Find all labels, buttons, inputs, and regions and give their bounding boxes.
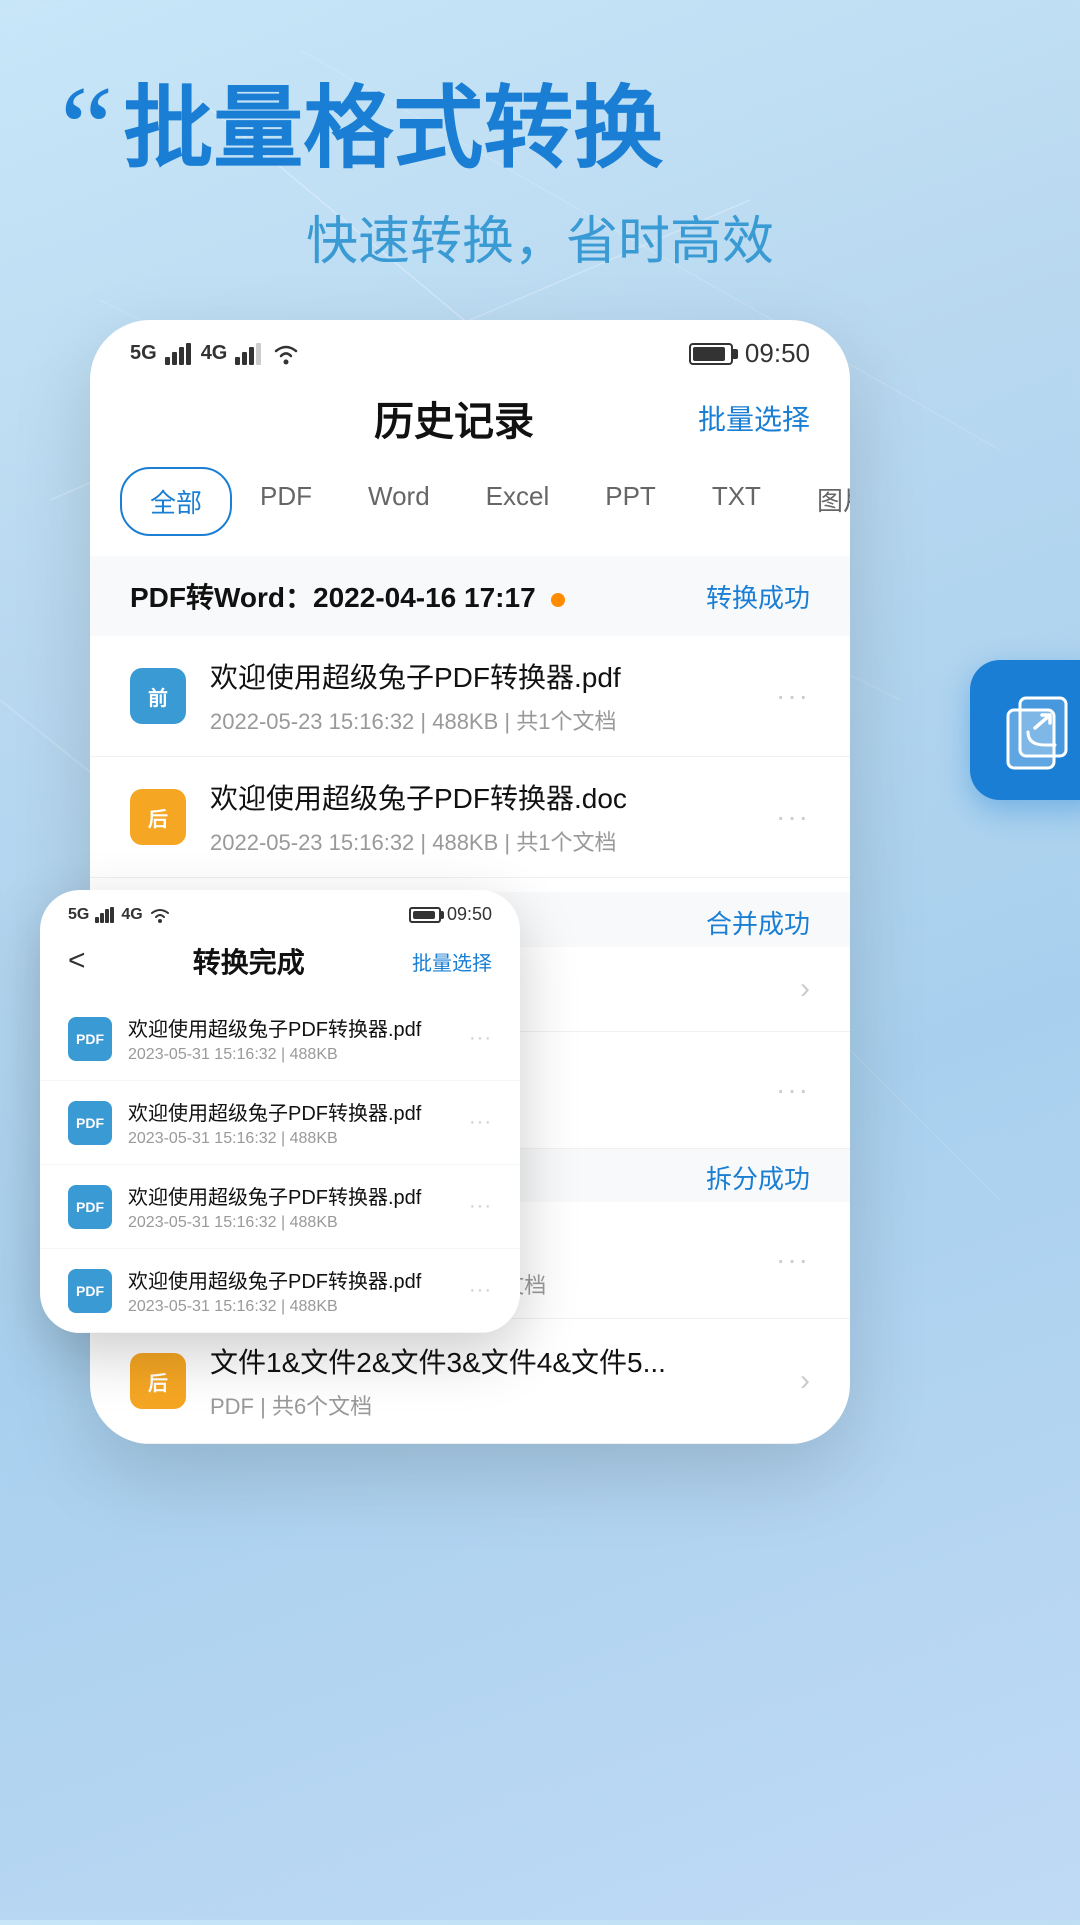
small-file1-name: 欢迎使用超级兔子PDF转换器.pdf — [128, 1013, 469, 1042]
small-file3-name: 欢迎使用超级兔子PDF转换器.pdf — [128, 1181, 469, 1210]
small-file-item-1[interactable]: PDF 欢迎使用超级兔子PDF转换器.pdf 2023-05-31 15:16:… — [40, 997, 520, 1081]
status-right: 09:50 — [689, 338, 810, 369]
file-item-after[interactable]: 后 欢迎使用超级兔子PDF转换器.doc 2022-05-23 15:16:32… — [90, 757, 850, 878]
badge-after: 后 — [130, 789, 186, 845]
status-left: 5G 4G — [130, 342, 301, 365]
small-file2-meta: 2023-05-31 15:16:32 | 488KB — [128, 1130, 469, 1148]
small-pdf-badge-4: PDF — [68, 1269, 112, 1313]
unread-dot — [551, 593, 565, 607]
small-pdf-badge-1: PDF — [68, 1017, 112, 1061]
file-item-before[interactable]: 前 欢迎使用超级兔子PDF转换器.pdf 2022-05-23 15:16:32… — [90, 636, 850, 757]
quote-mark: “ — [60, 80, 113, 176]
bottom-file-info: 文件1&文件2&文件3&文件4&文件5... PDF | 共6个文档 — [210, 1341, 800, 1421]
small-pdf-badge-2: PDF — [68, 1101, 112, 1145]
bottom-file-meta: PDF | 共6个文档 — [210, 1389, 800, 1421]
small-status-left: 5G 4G — [68, 906, 171, 924]
tab-image[interactable]: 图片 — [789, 467, 850, 536]
small-pdf-badge-3: PDF — [68, 1185, 112, 1229]
small-time: 09:50 — [447, 904, 492, 925]
file1-info: 欢迎使用超级兔子PDF转换器.pdf 2022-05-23 15:16:32 |… — [210, 656, 776, 736]
main-nav-bar: 历史记录 批量选择 — [90, 379, 850, 467]
file1-menu[interactable]: ··· — [776, 680, 810, 712]
bottom-file-item[interactable]: 后 文件1&文件2&文件3&文件4&文件5... PDF | 共6个文档 › — [90, 1319, 850, 1444]
tab-all[interactable]: 全部 — [120, 467, 232, 536]
battery-icon — [689, 343, 733, 365]
small-status-bar: 5G 4G 09:50 — [40, 890, 520, 933]
signal-5g: 5G — [130, 342, 157, 365]
small-battery — [409, 907, 441, 923]
bottom-chevron-icon: › — [800, 1364, 810, 1398]
split-file2-menu[interactable]: ··· — [776, 1244, 810, 1276]
share-button[interactable] — [970, 660, 1080, 800]
time-display: 09:50 — [745, 338, 810, 369]
file1-meta: 2022-05-23 15:16:32 | 488KB | 共1个文档 — [210, 704, 776, 736]
file1-name: 欢迎使用超级兔子PDF转换器.pdf — [210, 656, 776, 696]
small-file-item-3[interactable]: PDF 欢迎使用超级兔子PDF转换器.pdf 2023-05-31 15:16:… — [40, 1165, 520, 1249]
tab-word[interactable]: Word — [340, 467, 458, 536]
small-file4-meta: 2023-05-31 15:16:32 | 488KB — [128, 1298, 469, 1316]
section1-title: PDF转Word：2022-04-16 17:17 — [130, 576, 565, 616]
tab-pdf[interactable]: PDF — [232, 467, 340, 536]
signal-bars-4g — [235, 343, 263, 365]
small-4g: 4G — [121, 906, 142, 924]
small-nav-bar: < 转换完成 批量选择 — [40, 933, 520, 997]
small-file4-menu[interactable]: ··· — [469, 1279, 492, 1302]
bulk-select-button[interactable]: 批量选择 — [698, 398, 810, 438]
small-phone-mockup: 5G 4G 09:50 < 转换完成 批量选择 — [40, 890, 520, 1333]
file2-name: 欢迎使用超级兔子PDF转换器.doc — [210, 777, 776, 817]
file2-meta: 2022-05-23 15:16:32 | 488KB | 共1个文档 — [210, 825, 776, 857]
small-status-right: 09:50 — [409, 904, 492, 925]
split-file1-menu[interactable]: ··· — [776, 1074, 810, 1106]
small-file1-menu[interactable]: ··· — [469, 1027, 492, 1050]
sub-title: 快速转换，省时高效 — [60, 199, 1020, 274]
merge-success-label: 合并成功 — [706, 904, 810, 941]
small-back-button[interactable]: < — [68, 944, 86, 978]
chevron-right-icon: › — [800, 972, 810, 1006]
split-success-label: 拆分成功 — [706, 1159, 810, 1196]
section1-header: PDF转Word：2022-04-16 17:17 转换成功 — [90, 556, 850, 636]
small-file2-name: 欢迎使用超级兔子PDF转换器.pdf — [128, 1097, 469, 1126]
tab-ppt[interactable]: PPT — [577, 467, 684, 536]
signal-bars — [165, 343, 193, 365]
small-file2-menu[interactable]: ··· — [469, 1111, 492, 1134]
tab-txt[interactable]: TXT — [684, 467, 789, 536]
small-file1-meta: 2023-05-31 15:16:32 | 488KB — [128, 1046, 469, 1064]
small-file3-info: 欢迎使用超级兔子PDF转换器.pdf 2023-05-31 15:16:32 |… — [128, 1181, 469, 1232]
bottom-file-name: 文件1&文件2&文件3&文件4&文件5... — [210, 1341, 800, 1381]
small-wifi — [149, 907, 171, 923]
share-icon — [1000, 690, 1080, 770]
small-file3-menu[interactable]: ··· — [469, 1195, 492, 1218]
nav-title: 历史记录 — [374, 389, 534, 447]
bottom-badge: 后 — [130, 1353, 186, 1409]
file2-menu[interactable]: ··· — [776, 801, 810, 833]
small-nav-title: 转换完成 — [193, 941, 305, 981]
small-file3-meta: 2023-05-31 15:16:32 | 488KB — [128, 1214, 469, 1232]
small-bulk-select[interactable]: 批量选择 — [412, 947, 492, 976]
section1-status: 转换成功 — [706, 578, 810, 615]
small-file4-name: 欢迎使用超级兔子PDF转换器.pdf — [128, 1265, 469, 1294]
header-section: “ 批量格式转换 快速转换，省时高效 — [0, 0, 1080, 314]
filter-tabs: 全部 PDF Word Excel PPT TXT 图片 — [90, 467, 850, 556]
small-5g: 5G — [68, 906, 89, 924]
tab-excel[interactable]: Excel — [458, 467, 578, 536]
main-status-bar: 5G 4G — [90, 320, 850, 379]
small-signal — [95, 907, 115, 923]
badge-before: 前 — [130, 668, 186, 724]
signal-4g: 4G — [201, 342, 228, 365]
small-file2-info: 欢迎使用超级兔子PDF转换器.pdf 2023-05-31 15:16:32 |… — [128, 1097, 469, 1148]
wifi-icon — [271, 343, 301, 365]
small-file4-info: 欢迎使用超级兔子PDF转换器.pdf 2023-05-31 15:16:32 |… — [128, 1265, 469, 1316]
small-file-item-2[interactable]: PDF 欢迎使用超级兔子PDF转换器.pdf 2023-05-31 15:16:… — [40, 1081, 520, 1165]
small-file1-info: 欢迎使用超级兔子PDF转换器.pdf 2023-05-31 15:16:32 |… — [128, 1013, 469, 1064]
main-title: 批量格式转换 — [123, 80, 663, 179]
file2-info: 欢迎使用超级兔子PDF转换器.doc 2022-05-23 15:16:32 |… — [210, 777, 776, 857]
small-file-item-4[interactable]: PDF 欢迎使用超级兔子PDF转换器.pdf 2023-05-31 15:16:… — [40, 1249, 520, 1333]
